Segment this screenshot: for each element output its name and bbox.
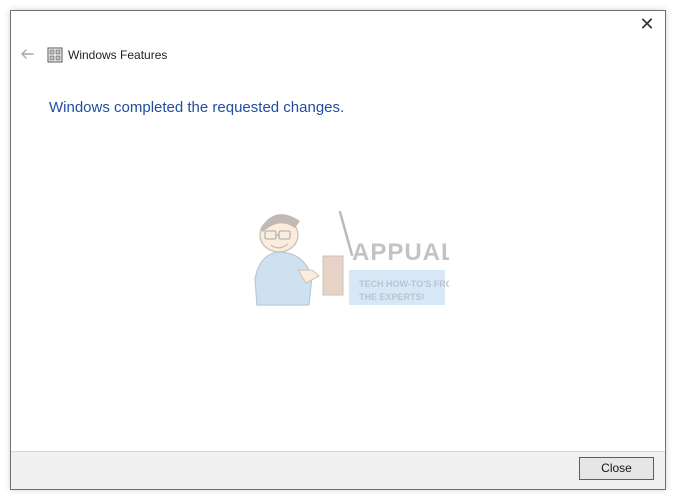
dialog-footer: Close [11,451,665,489]
watermark-tagline-line-2: THE EXPERTS! [359,292,425,302]
appuals-mascot [254,210,354,306]
screenshot-frame: ✕ Windows Features Windows completed the… [0,0,679,501]
watermark-brand: APPUALS [352,239,449,266]
watermark-tagline-line-1: TECH HOW-TO'S FROM [359,279,449,289]
appuals-watermark-logo: APPUALS TECH HOW-TO'S FROM THE EXPERTS! [254,210,449,306]
windows-features-icon [47,47,63,63]
completion-message: Windows completed the requested changes. [49,99,345,116]
window-title: Windows Features [68,48,168,62]
windows-features-dialog: ✕ Windows Features Windows completed the… [10,10,666,490]
back-arrow-icon[interactable] [19,46,35,62]
close-button[interactable]: Close [579,457,654,480]
close-icon[interactable]: ✕ [637,15,657,35]
